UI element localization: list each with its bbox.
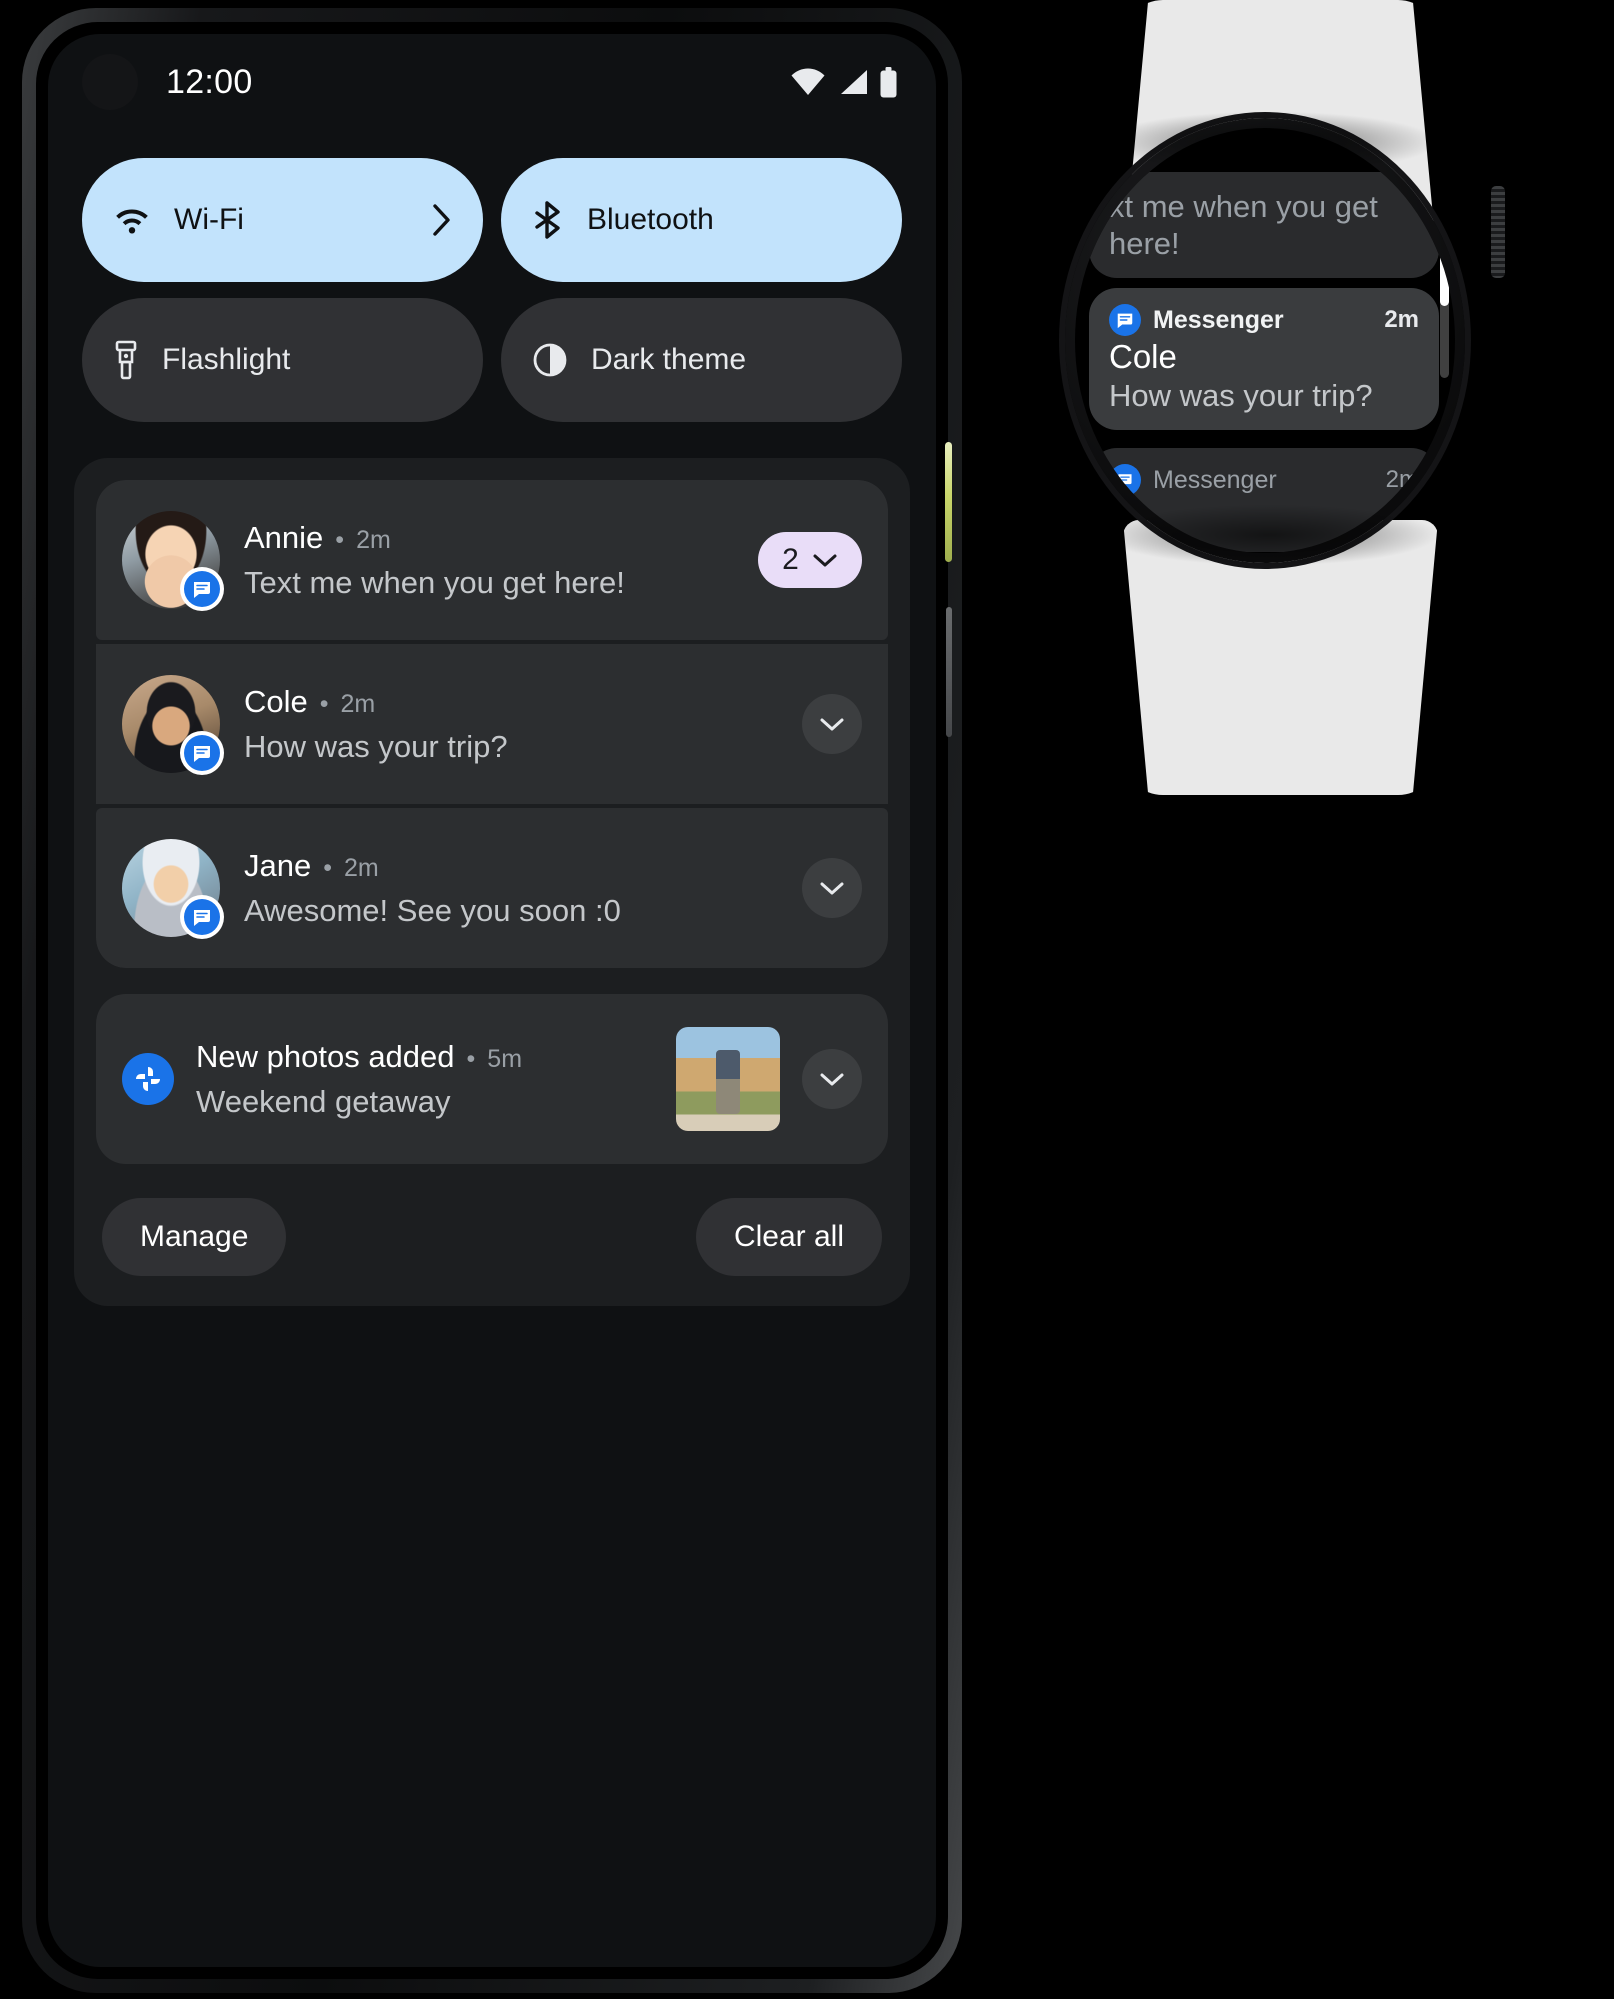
notification-separator: • <box>323 853 332 882</box>
rotating-crown[interactable] <box>1491 186 1505 278</box>
tile-dark-theme[interactable]: Dark theme <box>501 298 902 422</box>
notification-count-expand[interactable]: 2 <box>758 532 862 588</box>
watch-notification-time: 2m <box>1385 466 1419 493</box>
tile-wifi[interactable]: Wi-Fi <box>82 158 483 282</box>
notification-separator: • <box>319 689 329 718</box>
power-button[interactable] <box>945 442 952 562</box>
tile-wifi-label: Wi-Fi <box>174 203 244 236</box>
notification-row[interactable]: Annie • 2m Text me when you get here! 2 <box>96 480 888 640</box>
tile-flashlight[interactable]: Flashlight <box>82 298 483 422</box>
expand-chevron-button[interactable] <box>802 694 862 754</box>
chevron-down-icon <box>820 1073 844 1086</box>
flashlight-icon <box>115 340 137 380</box>
notification-content: Jane • 2m Awesome! See you soon :0 <box>244 848 778 929</box>
clear-all-button[interactable]: Clear all <box>695 1198 882 1276</box>
messages-icon <box>180 567 224 611</box>
bluetooth-icon <box>535 201 560 239</box>
notification-content: Annie • 2m Text me when you get here! <box>244 520 734 601</box>
chevron-down-icon <box>813 554 837 567</box>
tile-dark-theme-label: Dark theme <box>591 343 747 376</box>
chevron-down-icon <box>820 718 844 731</box>
google-photos-icon <box>122 1053 174 1105</box>
manage-button[interactable]: Manage <box>102 1198 287 1276</box>
watch-previous-message: xt me when you get here! <box>1109 189 1378 262</box>
notification-photos[interactable]: New photos added • 5m Weekend getaway <box>96 994 888 1164</box>
wifi-icon <box>791 68 825 95</box>
notification-count: 2 <box>782 543 799 576</box>
tile-bluetooth[interactable]: Bluetooth <box>501 158 902 282</box>
scene: 12:00 Wi-Fi Bluetooth Flashlight Dark th… <box>0 0 1614 1999</box>
watch-notification-previous[interactable]: xt me when you get here! <box>1089 172 1439 279</box>
tile-flashlight-label: Flashlight <box>162 343 291 376</box>
notification-message: Text me when you get here! <box>244 564 625 600</box>
notification-shade: Annie • 2m Text me when you get here! 2 <box>74 458 910 1306</box>
quick-settings-grid: Wi-Fi Bluetooth Flashlight Dark theme <box>48 130 936 422</box>
notification-content: Cole • 2m How was your trip? <box>244 684 778 765</box>
avatar <box>122 675 224 775</box>
watch-scrollbar[interactable] <box>1440 248 1449 378</box>
chevron-right-icon[interactable] <box>431 203 453 237</box>
notification-row[interactable]: Jane • 2m Awesome! See you soon :0 <box>96 808 888 968</box>
photos-content: New photos added • 5m Weekend getaway <box>196 1039 654 1120</box>
watch-notification-time: 2m <box>1384 306 1419 333</box>
chevron-down-icon <box>820 882 844 895</box>
smartwatch-device: xt me when you get here! Messenger 2m Co… <box>1065 0 1505 795</box>
watch-sender: Cole <box>1109 338 1177 375</box>
notification-sender: Jane <box>244 847 312 883</box>
watch-app-name: Messenger <box>1153 465 1277 494</box>
messages-icon <box>180 731 224 775</box>
notification-message: How was your trip? <box>244 728 508 764</box>
notification-time: 2m <box>344 853 379 882</box>
expand-chevron-button[interactable] <box>802 858 862 918</box>
weekend-getaway-photo[interactable] <box>676 1027 780 1131</box>
watch-body: xt me when you get here! Messenger 2m Co… <box>1065 118 1465 563</box>
avatar <box>122 839 224 939</box>
camera-punch-hole-icon <box>82 54 138 110</box>
photos-title: New photos added <box>196 1038 455 1074</box>
photos-time: 5m <box>487 1044 523 1073</box>
messages-icon <box>1109 464 1141 496</box>
status-bar: 12:00 <box>48 34 936 130</box>
notification-separator: • <box>335 525 345 554</box>
contrast-icon <box>533 343 567 377</box>
messages-icon <box>1109 304 1141 336</box>
phone-device: 12:00 Wi-Fi Bluetooth Flashlight Dark th… <box>22 8 962 1993</box>
avatar <box>122 511 224 611</box>
notification-row[interactable]: Cole • 2m How was your trip? <box>96 644 888 804</box>
watch-screen: xt me when you get here! Messenger 2m Co… <box>1075 128 1455 553</box>
watch-scrollbar-thumb[interactable] <box>1440 248 1449 306</box>
phone-bezel: 12:00 Wi-Fi Bluetooth Flashlight Dark th… <box>36 22 952 1979</box>
notification-time: 2m <box>356 525 391 554</box>
watch-message: How was your trip? <box>1109 378 1373 413</box>
watch-notification-focused[interactable]: Messenger 2m Cole How was your trip? <box>1089 288 1439 430</box>
phone-screen: 12:00 Wi-Fi Bluetooth Flashlight Dark th… <box>48 34 936 1967</box>
status-clock: 12:00 <box>166 62 253 101</box>
watch-bottom-shadow <box>1105 505 1435 565</box>
notification-time: 2m <box>340 689 376 718</box>
notification-sender: Cole <box>244 683 308 719</box>
tile-bluetooth-label: Bluetooth <box>587 203 714 236</box>
volume-button[interactable] <box>946 607 952 737</box>
battery-icon <box>880 66 897 97</box>
shade-action-bar: Manage Clear all <box>96 1164 888 1306</box>
expand-chevron-button[interactable] <box>802 1049 862 1109</box>
conversation-group: Annie • 2m Text me when you get here! 2 <box>96 480 888 968</box>
notification-message: Awesome! See you soon :0 <box>244 892 621 928</box>
watch-top-shadow <box>1105 112 1435 172</box>
photos-subtitle: Weekend getaway <box>196 1083 451 1119</box>
status-icon-group <box>790 66 898 98</box>
photos-separator: • <box>466 1044 476 1073</box>
watch-app-name: Messenger <box>1153 305 1284 334</box>
messages-icon <box>180 895 224 939</box>
wifi-icon <box>116 209 148 234</box>
notification-sender: Annie <box>244 519 324 555</box>
cell-signal-icon <box>841 70 867 94</box>
